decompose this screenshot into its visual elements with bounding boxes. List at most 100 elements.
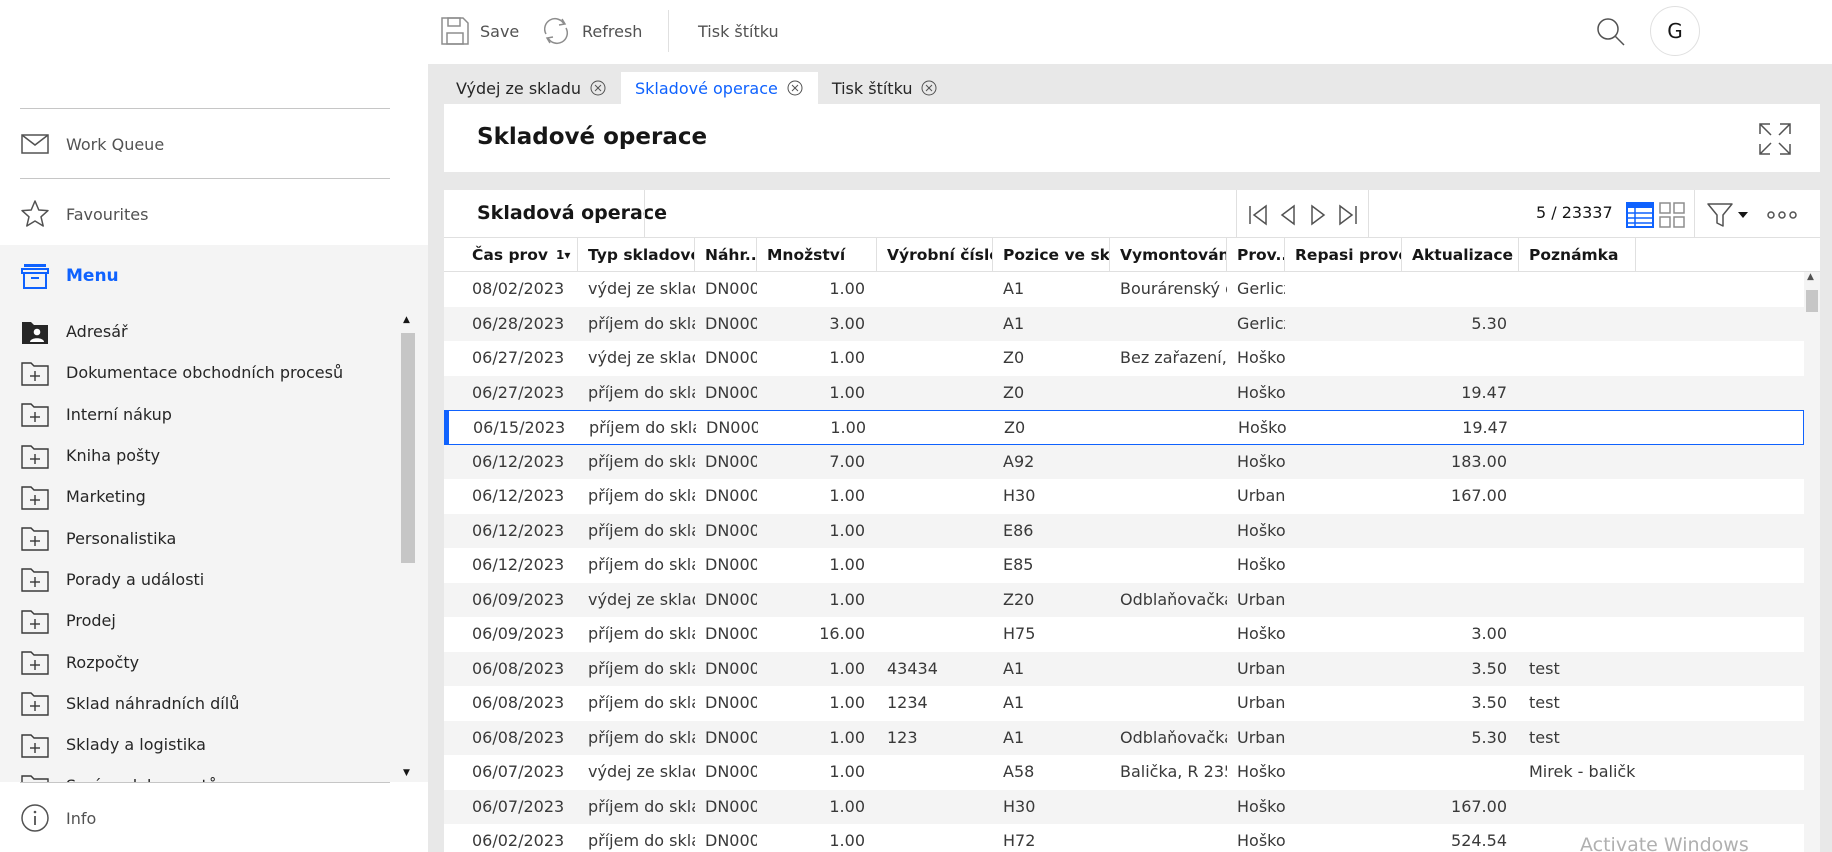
table-cell	[877, 479, 993, 514]
save-button[interactable]: Save	[440, 12, 519, 50]
menu-item-label: Dokumentace obchodních procesů	[66, 363, 344, 383]
table-cell: Hoškov	[1237, 555, 1285, 574]
scroll-up-arrow-icon[interactable]: ▲	[1807, 272, 1814, 282]
table-row[interactable]: 06/09/2023 příjem do skladu DN0000 16.00 H75…	[444, 617, 1804, 652]
table-row[interactable]: 08/02/2023 výdej ze skladu DN0000 1.00 A1 Bou…	[444, 272, 1804, 307]
table-cell: 1.00	[829, 727, 865, 747]
column-header[interactable]: Aktualizace c...	[1402, 238, 1519, 272]
table-cell: Urbane	[1237, 658, 1285, 678]
table-cell: Hoškov	[1238, 418, 1286, 437]
refresh-button[interactable]: Refresh	[540, 12, 642, 50]
menu-item[interactable]: Správa dokumentů	[0, 765, 400, 782]
last-page-button[interactable]	[1334, 201, 1362, 229]
menu-item[interactable]: Marketing	[0, 476, 400, 517]
tab[interactable]: Tisk štítku	[818, 72, 953, 104]
table-row[interactable]: 06/08/2023 příjem do skladu DN0000 1.00 123 A…	[444, 720, 1804, 755]
grid-title: Skladová operace	[477, 202, 668, 224]
table-cell: DN0000	[705, 382, 757, 402]
table-row[interactable]: 06/27/2023 výdej ze skladu DN0000 1.00 Z0 Bez…	[444, 341, 1804, 376]
menu-item[interactable]: Dokumentace obchodních procesů	[0, 352, 400, 393]
sidebar-divider	[20, 782, 390, 783]
next-page-button[interactable]	[1304, 201, 1332, 229]
table-row[interactable]: 06/27/2023 příjem do skladu DN0000 1.00 Z0 Ho…	[444, 375, 1804, 410]
menu-item[interactable]: Prodej	[0, 600, 400, 641]
grid-scrollbar[interactable]: ▲	[1804, 272, 1820, 852]
table-row[interactable]: 06/08/2023 příjem do skladu DN0000 1.00 1234…	[444, 686, 1804, 721]
table-row[interactable]: 06/12/2023 příjem do skladu DN0000 1.00 E85 H…	[444, 548, 1804, 583]
table-row[interactable]: 06/07/2023 výdej ze skladu DN0000 1.00 A58 Ba…	[444, 755, 1804, 790]
close-tab-icon[interactable]	[589, 79, 607, 97]
table-row[interactable]: 06/08/2023 příjem do skladu DN0000 1.00 4343…	[444, 651, 1804, 687]
column-header[interactable]: Pozice ve skla...	[993, 238, 1110, 272]
table-cell	[877, 272, 993, 307]
menu-item[interactable]: Rozpočty	[0, 641, 400, 682]
table-cell	[1285, 652, 1402, 687]
sidebar-work-queue[interactable]: Work Queue	[20, 124, 164, 164]
column-header[interactable]: Vymontováno...	[1110, 238, 1227, 272]
menu-item[interactable]: Kniha pošty	[0, 435, 400, 476]
grid-scrollbar-thumb[interactable]	[1806, 290, 1818, 312]
first-page-button[interactable]	[1244, 201, 1272, 229]
table-cell	[1519, 341, 1636, 376]
envelope-icon	[20, 129, 50, 159]
table-cell: příjem do skladu	[588, 693, 695, 712]
folder-add-icon	[20, 358, 50, 388]
expand-button[interactable]	[1758, 122, 1792, 156]
tab[interactable]: Výdej ze skladu	[442, 72, 621, 104]
table-cell: Balička, R 235, r	[1120, 762, 1227, 781]
menu-scrollbar[interactable]: ▲ ▼	[400, 311, 416, 782]
menu-heading[interactable]: Menu	[20, 261, 119, 291]
menu-item[interactable]: Personalistika	[0, 517, 400, 558]
page-header: Skladové operace	[444, 104, 1820, 172]
column-header[interactable]: Prov...	[1227, 238, 1285, 272]
user-avatar[interactable]: G	[1650, 6, 1700, 56]
column-header[interactable]: Množství	[757, 238, 877, 272]
sidebar-info[interactable]: Info	[20, 798, 96, 838]
grid-header-row: Čas prov 1▾ Typ skladové ... Náhr... Množstv…	[444, 238, 1820, 272]
scroll-down-arrow-icon[interactable]: ▼	[403, 768, 410, 778]
column-header[interactable]: Náhr...	[695, 238, 757, 272]
column-header[interactable]: Čas prov 1▾	[462, 238, 578, 272]
column-header[interactable]: Typ skladové ...	[578, 238, 695, 272]
table-row[interactable]: 06/28/2023 příjem do skladu DN0000 3.00 A1 Ge…	[444, 306, 1804, 341]
table-cell	[1286, 411, 1403, 446]
more-options-button[interactable]	[1764, 201, 1800, 229]
table-cell: 06/12/2023	[472, 486, 565, 505]
print-label-button[interactable]: Tisk štítku	[698, 12, 779, 50]
table-row[interactable]: 06/12/2023 příjem do skladu DN0000 1.00 H30 U…	[444, 479, 1804, 514]
column-header[interactable]: Výrobní číslo	[877, 238, 993, 272]
close-tab-icon[interactable]	[786, 79, 804, 97]
close-tab-icon[interactable]	[920, 79, 938, 97]
menu-item[interactable]: Porady a události	[0, 559, 400, 600]
menu-item[interactable]: Sklady a logistika	[0, 724, 400, 765]
tile-view-button[interactable]	[1658, 201, 1686, 229]
table-cell: Hoškov	[1237, 520, 1285, 540]
menu-item[interactable]: Interní nákup	[0, 394, 400, 435]
column-header[interactable]: Repasi provede	[1285, 238, 1402, 272]
table-row[interactable]: 06/07/2023 příjem do skladu DN0000 1.00 H30 H…	[444, 789, 1804, 824]
table-row[interactable]: 06/12/2023 příjem do skladu DN0000 1.00 E86 H…	[444, 513, 1804, 548]
menu-item[interactable]: Sklad náhradních dílů	[0, 683, 400, 724]
table-cell: 06/07/2023	[472, 796, 565, 816]
scroll-up-arrow-icon[interactable]: ▲	[403, 315, 410, 325]
menu-item[interactable]: Adresář	[0, 311, 400, 352]
column-header[interactable]: Poznámka	[1519, 238, 1636, 272]
table-cell	[1402, 272, 1519, 307]
previous-page-button[interactable]	[1274, 201, 1302, 229]
table-cell: 08/02/2023	[472, 279, 565, 298]
search-button[interactable]	[1592, 13, 1630, 51]
table-cell	[1110, 686, 1227, 721]
sort-descending-icon[interactable]: 1▾	[556, 238, 570, 272]
table-row[interactable]: 06/15/2023 příjem do skladu DN0000 1.00 Z0 Ho…	[444, 410, 1804, 445]
filter-button[interactable]	[1706, 201, 1750, 229]
table-cell	[1402, 583, 1519, 618]
table-cell: 1234	[887, 693, 928, 712]
table-view-button[interactable]	[1626, 201, 1654, 229]
sidebar-favourites[interactable]: Favourites	[20, 194, 148, 234]
column-header-label: Prov...	[1237, 246, 1284, 264]
table-row[interactable]: 06/12/2023 příjem do skladu DN0000 7.00 A92 H…	[444, 444, 1804, 479]
table-cell	[1285, 824, 1402, 852]
table-row[interactable]: 06/09/2023 výdej ze skladu DN0000 1.00 Z20 Od…	[444, 582, 1804, 618]
scrollbar-thumb[interactable]	[401, 333, 415, 563]
tab[interactable]: Skladové operace	[621, 72, 818, 104]
